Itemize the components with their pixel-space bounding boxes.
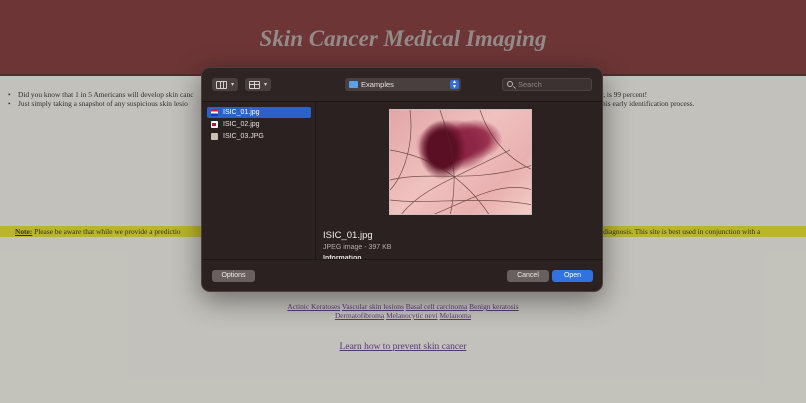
location-label: Examples [361, 80, 394, 89]
preview-filename: ISIC_01.jpg [323, 230, 373, 241]
file-name: ISIC_01.jpg [223, 109, 260, 116]
image-thumbnail-icon [211, 121, 218, 128]
search-placeholder: Search [518, 80, 542, 89]
column-view-button[interactable]: ▾ [212, 78, 239, 91]
chevron-down-icon: ▾ [231, 82, 235, 88]
chevron-down-icon: ▾ [264, 82, 268, 88]
location-popup[interactable]: Examples ▲ ▼ [345, 78, 461, 91]
folder-icon [349, 81, 358, 88]
cancel-button[interactable]: Cancel [507, 270, 549, 282]
search-icon [507, 81, 513, 87]
dialog-footer: Options Cancel Open [202, 259, 602, 291]
open-button[interactable]: Open [552, 270, 593, 282]
search-field[interactable]: Search [502, 78, 592, 91]
hair-strands-overlay [390, 110, 531, 214]
dialog-toolbar: ▾ ▾ Examples ▲ ▼ Search [202, 68, 602, 102]
file-item-isic-01[interactable]: ISIC_01.jpg [207, 107, 311, 118]
columns-icon [216, 80, 227, 89]
preview-meta: JPEG image - 397 KB [323, 244, 392, 251]
file-item-isic-02[interactable]: ISIC_02.jpg [207, 119, 311, 130]
options-button[interactable]: Options [212, 270, 255, 282]
grid-view-button[interactable]: ▾ [245, 78, 272, 91]
up-down-chevron-icon: ▲ ▼ [450, 80, 459, 89]
file-open-dialog: ▾ ▾ Examples ▲ ▼ Search ISIC_01.jpg ISIC_… [201, 67, 603, 292]
grid-icon [249, 80, 260, 89]
file-list: ISIC_01.jpg ISIC_02.jpg ISIC_03.JPG [202, 102, 316, 259]
file-name: ISIC_03.JPG [223, 133, 264, 140]
file-name: ISIC_02.jpg [223, 121, 260, 128]
preview-pane: ISIC_01.jpg JPEG image - 397 KB Informat… [317, 102, 602, 259]
document-thumbnail-icon [211, 133, 218, 140]
file-item-isic-03[interactable]: ISIC_03.JPG [207, 131, 311, 142]
flag-thumbnail-icon [211, 109, 218, 116]
preview-image [389, 109, 532, 215]
